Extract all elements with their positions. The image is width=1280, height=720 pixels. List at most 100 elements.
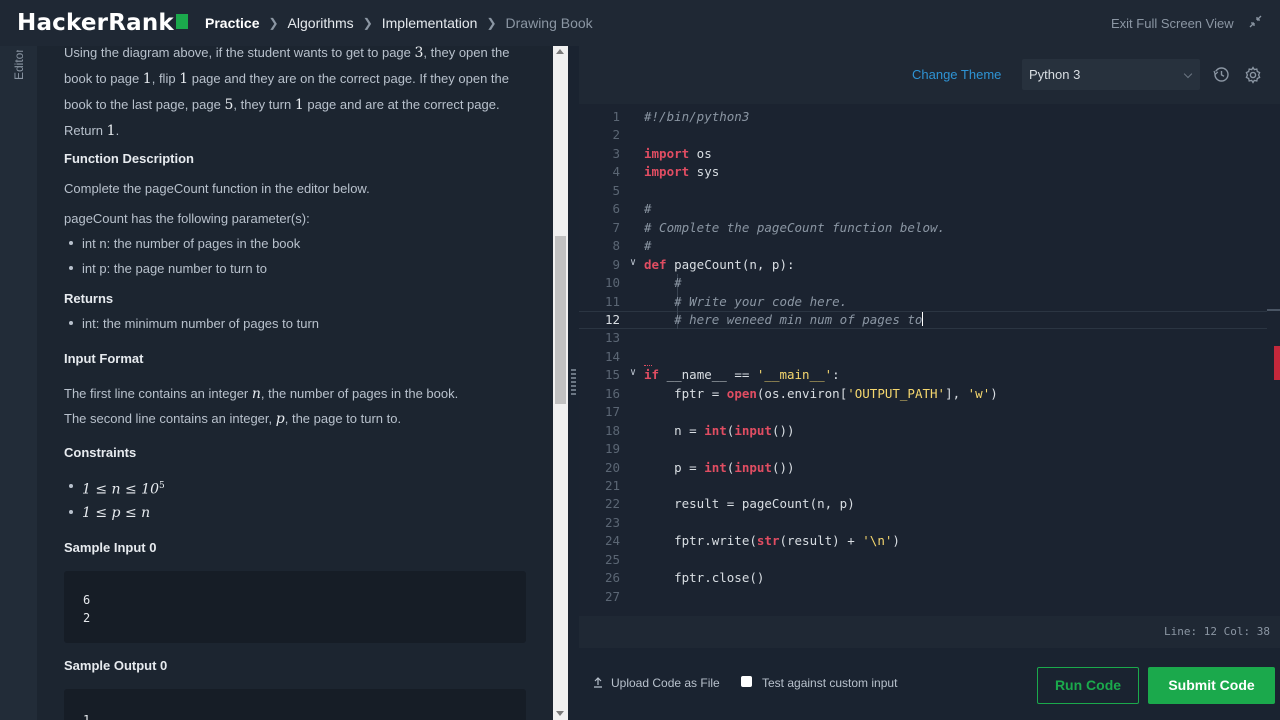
line-number: 19 — [604, 441, 620, 457]
fold-chevron-icon[interactable]: ∨ — [630, 367, 636, 378]
chevron-right-icon: ❯ — [268, 16, 279, 30]
code-line[interactable]: 1 #!/bin/python3 — [579, 107, 1280, 126]
parameter-item: int n: the number of pages in the book — [64, 231, 300, 256]
code-line[interactable]: 9 ∨ def pageCount(n, p): — [579, 255, 1280, 274]
input-format-line: The second line contains an integer, p, … — [64, 411, 402, 427]
code-line[interactable]: 12 # here weneed min num of pages to — [579, 310, 1280, 329]
line-number: 26 — [604, 570, 620, 586]
chevron-right-icon: ❯ — [362, 16, 373, 30]
sample-input-line: 2 — [83, 611, 91, 625]
code-line[interactable]: 21 — [579, 476, 1280, 495]
code-line[interactable]: 19 — [579, 439, 1280, 458]
code-line[interactable]: 7 # Complete the pageCount function below… — [579, 218, 1280, 237]
code-line[interactable]: 26 fptr.close() — [579, 568, 1280, 587]
chevron-right-icon: ❯ — [486, 16, 497, 30]
intro-line: book to page 1, flip 1 page and they are… — [64, 71, 510, 87]
sample-output-line: 1 — [83, 713, 91, 720]
returns-heading: Returns — [64, 291, 114, 306]
constraint-item: 1 ≤ p ≤ n — [64, 500, 150, 526]
change-theme-link[interactable]: Change Theme — [912, 67, 1001, 82]
editorial-tab-label: Editorial — [12, 50, 26, 80]
code-line[interactable]: 16 fptr = open(os.environ['OUTPUT_PATH']… — [579, 384, 1280, 403]
code-line[interactable]: 24 fptr.write(str(result) + '\n') — [579, 531, 1280, 550]
code-text: import os — [644, 145, 712, 161]
text-cursor — [922, 311, 924, 326]
parameters-text: pageCount has the following parameter(s)… — [64, 211, 310, 226]
line-number: 18 — [604, 422, 620, 438]
logo-mark-icon — [175, 14, 188, 29]
run-code-button[interactable]: Run Code — [1037, 667, 1139, 704]
intro-line: Using the diagram above, if the student … — [64, 46, 510, 61]
intro-line: book to the last page, page 5, they turn… — [64, 97, 500, 113]
code-line[interactable]: 17 — [579, 402, 1280, 421]
code-line[interactable]: 27 — [579, 587, 1280, 606]
breadcrumb: Practice ❯ Algorithms ❯ Implementation ❯… — [205, 15, 593, 31]
code-text: # — [644, 201, 652, 217]
top-bar: HackerRank Practice ❯ Algorithms ❯ Imple… — [0, 0, 1280, 46]
scrollbar-thumb[interactable] — [555, 236, 566, 404]
line-number: 7 — [612, 219, 620, 235]
breadcrumb-algorithms[interactable]: Algorithms — [288, 15, 354, 31]
editor-toolbar: Change Theme Python 3 — [579, 46, 1280, 104]
parameter-item: int p: the page number to turn to — [64, 256, 267, 281]
code-line[interactable]: 20 p = int(input()) — [579, 458, 1280, 477]
intro-line: Return 1. — [64, 123, 120, 139]
hackerrank-logo[interactable]: HackerRank — [17, 10, 188, 36]
sample-output-heading: Sample Output 0 — [64, 658, 168, 673]
line-number: 5 — [612, 182, 620, 198]
language-select-value: Python 3 — [1029, 67, 1081, 82]
submit-code-button[interactable]: Submit Code — [1148, 667, 1275, 704]
panel-splitter[interactable] — [568, 46, 579, 720]
code-line[interactable]: 13 — [579, 328, 1280, 347]
scroll-down-icon[interactable] — [556, 711, 564, 716]
line-number: 27 — [604, 588, 620, 604]
upload-code-button[interactable]: Upload Code as File — [593, 676, 720, 690]
returns-item: int: the minimum number of pages to turn — [64, 311, 319, 336]
exit-full-screen-link[interactable]: Exit Full Screen View — [1111, 16, 1234, 31]
line-number: 14 — [604, 348, 620, 364]
code-line[interactable]: 3 import os — [579, 144, 1280, 163]
input-format-heading: Input Format — [64, 351, 144, 366]
code-line[interactable]: 2 — [579, 125, 1280, 144]
custom-input-label[interactable]: Test against custom input — [762, 676, 897, 690]
collapse-icon[interactable] — [1249, 15, 1262, 31]
sample-input-heading: Sample Input 0 — [64, 540, 157, 555]
logo-text: HackerRank — [17, 10, 174, 36]
fold-chevron-icon[interactable]: ∨ — [630, 257, 636, 268]
code-line[interactable]: 25 — [579, 550, 1280, 569]
code-editor[interactable]: 1 #!/bin/python3 2 3 import os 4 import sys 5 6 #… — [579, 104, 1280, 616]
code-line[interactable]: 18 n = int(input()) — [579, 421, 1280, 440]
breadcrumb-implementation[interactable]: Implementation — [382, 15, 478, 31]
breadcrumb-drawing-book: Drawing Book — [505, 15, 593, 31]
editorial-tab[interactable]: Editorial — [12, 50, 26, 80]
code-text: import sys — [644, 164, 720, 180]
code-text: fptr.write(str(result) + '\n') — [644, 533, 900, 549]
code-line[interactable]: 22 result = pageCount(n, p) — [579, 494, 1280, 513]
code-line[interactable]: 15 ∨ if __name__ == '__main__': — [579, 365, 1280, 384]
line-number: 10 — [604, 275, 620, 291]
problem-scrollbar[interactable] — [553, 46, 568, 720]
code-line[interactable]: 14 — [579, 347, 1280, 366]
gear-icon[interactable] — [1244, 66, 1262, 84]
code-line[interactable]: 11 # Write your code here. — [579, 292, 1280, 311]
code-line[interactable]: 6 # — [579, 199, 1280, 218]
code-line[interactable]: 8 # — [579, 236, 1280, 255]
code-text: if __name__ == '__main__': — [644, 367, 840, 383]
code-text: #!/bin/python3 — [644, 109, 750, 124]
scroll-up-icon[interactable] — [556, 49, 564, 54]
code-text: # Write your code here. — [674, 293, 848, 309]
language-select[interactable]: Python 3 — [1022, 59, 1200, 90]
line-number: 21 — [604, 478, 620, 493]
code-line[interactable]: 23 — [579, 513, 1280, 532]
code-line[interactable]: 5 — [579, 181, 1280, 200]
history-icon[interactable] — [1213, 66, 1230, 83]
breadcrumb-practice[interactable]: Practice — [205, 15, 259, 31]
custom-input-checkbox[interactable] — [741, 676, 752, 687]
code-line[interactable]: 10 # — [579, 273, 1280, 292]
code-line[interactable]: 4 import sys — [579, 162, 1280, 181]
line-number: 1 — [612, 109, 620, 124]
editor-status-bar: Line: 12 Col: 38 — [579, 616, 1280, 648]
line-number: 20 — [604, 459, 620, 475]
left-rail: Editorial — [0, 46, 37, 720]
drag-handle-icon[interactable] — [571, 369, 576, 395]
